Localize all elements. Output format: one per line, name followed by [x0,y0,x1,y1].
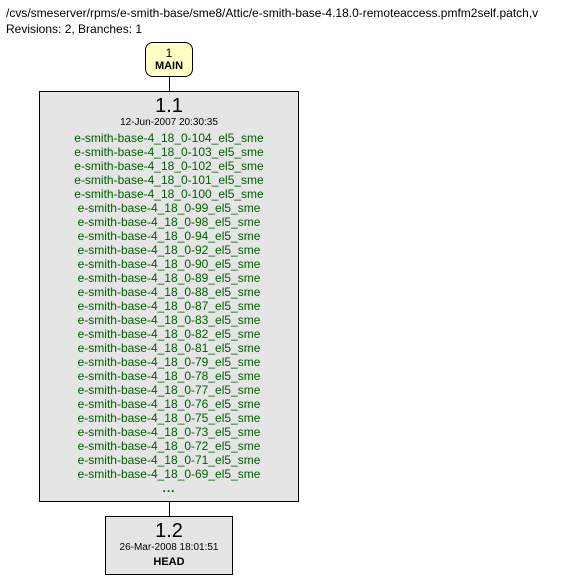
tag-label: e-smith-base-4_18_0-101_el5_sme [52,173,286,187]
tag-label: e-smith-base-4_18_0-83_el5_sme [52,313,286,327]
tag-label: e-smith-base-4_18_0-77_el5_sme [52,383,286,397]
tag-label: e-smith-base-4_18_0-76_el5_sme [52,397,286,411]
tag-label: e-smith-base-4_18_0-79_el5_sme [52,355,286,369]
revision-node-1-2[interactable]: 1.2 26-Mar-2008 18:01:51 HEAD [105,516,234,575]
revision-graph: 1 MAIN 1.1 12-Jun-2007 20:30:35 e-smith-… [14,42,578,575]
tags-ellipsis: ... [52,481,286,495]
revision-head-label: HEAD [120,556,219,568]
tag-label: e-smith-base-4_18_0-72_el5_sme [52,439,286,453]
tag-label: e-smith-base-4_18_0-103_el5_sme [52,145,286,159]
connector [169,77,170,91]
tag-label: e-smith-base-4_18_0-87_el5_sme [52,299,286,313]
tag-label: e-smith-base-4_18_0-88_el5_sme [52,285,286,299]
tag-label: e-smith-base-4_18_0-90_el5_sme [52,257,286,271]
repo-path: /cvs/smeserver/rpms/e-smith-base/sme8/At… [6,6,578,20]
tag-label: e-smith-base-4_18_0-104_el5_sme [52,131,286,145]
revision-node-1-1[interactable]: 1.1 12-Jun-2007 20:30:35 e-smith-base-4_… [39,91,299,502]
tag-label: e-smith-base-4_18_0-100_el5_sme [52,187,286,201]
tag-label: e-smith-base-4_18_0-98_el5_sme [52,215,286,229]
tag-label: e-smith-base-4_18_0-94_el5_sme [52,229,286,243]
revision-date: 26-Mar-2008 18:01:51 [120,542,219,553]
branch-node-main[interactable]: 1 MAIN [145,42,193,77]
tag-label: e-smith-base-4_18_0-102_el5_sme [52,159,286,173]
tag-label: e-smith-base-4_18_0-99_el5_sme [52,201,286,215]
revision-tags: e-smith-base-4_18_0-104_el5_smee-smith-b… [52,131,286,481]
branch-number: 1 [146,47,192,59]
tag-label: e-smith-base-4_18_0-78_el5_sme [52,369,286,383]
tag-label: e-smith-base-4_18_0-89_el5_sme [52,271,286,285]
tag-label: e-smith-base-4_18_0-73_el5_sme [52,425,286,439]
revision-number: 1.1 [52,96,286,116]
tag-label: e-smith-base-4_18_0-71_el5_sme [52,453,286,467]
tag-label: e-smith-base-4_18_0-75_el5_sme [52,411,286,425]
connector [169,502,170,516]
tag-label: e-smith-base-4_18_0-92_el5_sme [52,243,286,257]
tag-label: e-smith-base-4_18_0-82_el5_sme [52,327,286,341]
tag-label: e-smith-base-4_18_0-69_el5_sme [52,467,286,481]
revision-date: 12-Jun-2007 20:30:35 [52,117,286,128]
tag-label: e-smith-base-4_18_0-81_el5_sme [52,341,286,355]
repo-meta: Revisions: 2, Branches: 1 [6,22,578,36]
branch-name: MAIN [146,60,192,72]
revision-number: 1.2 [120,521,219,541]
